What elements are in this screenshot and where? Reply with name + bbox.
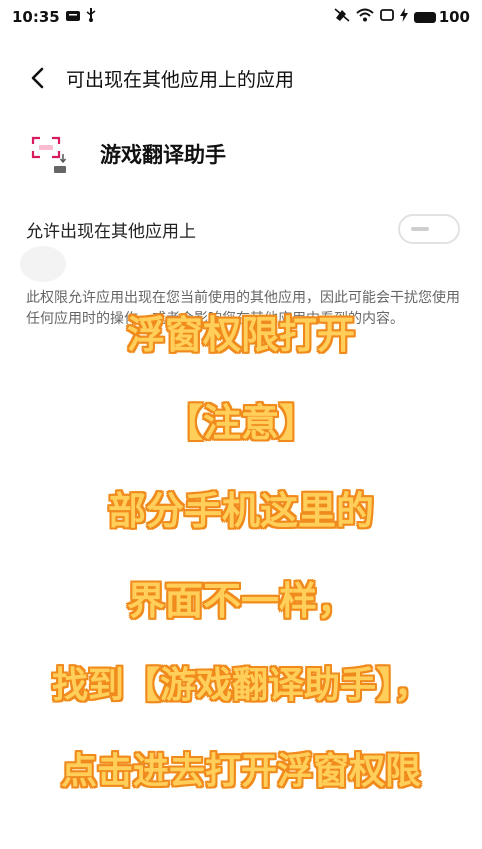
overlay-line-3: 部分手机这里的	[107, 489, 374, 533]
overlay-line-2: 【注意】	[164, 401, 317, 445]
header: 可出现在其他应用上的应用	[0, 58, 482, 98]
battery-icon: 100	[413, 8, 470, 26]
page-title: 可出现在其他应用上的应用	[66, 68, 295, 91]
ripple-decoration	[20, 246, 66, 282]
overlay-line-1: 浮窗权限打开	[126, 313, 355, 357]
battery-level: 100	[438, 8, 470, 26]
chevron-left-icon[interactable]	[22, 63, 52, 93]
overlay-line-5: 找到【游戏翻译助手】，	[51, 665, 430, 706]
usb-icon	[86, 8, 96, 26]
permission-row[interactable]: 允许出现在其他应用上	[0, 208, 482, 250]
app-icon	[30, 134, 70, 174]
tutorial-overlay: 浮窗权限打开 【注意】 部分手机这里的 界面不一样， 找到【游戏翻译助手】， 点…	[0, 300, 482, 800]
screen-icon	[379, 8, 394, 26]
overlay-line-6: 点击进去打开浮窗权限	[60, 751, 421, 792]
permission-toggle[interactable]	[398, 214, 460, 244]
status-bar: 10:35 100	[0, 0, 482, 34]
wifi-icon	[356, 8, 374, 26]
status-time: 10:35	[12, 8, 60, 26]
app-name: 游戏翻译助手	[100, 143, 226, 167]
overlay-line-4: 界面不一样，	[126, 579, 355, 623]
app-row: 游戏翻译助手	[0, 126, 482, 182]
toggle-knob	[411, 227, 429, 231]
status-left: 10:35	[12, 8, 96, 26]
message-icon	[65, 8, 80, 26]
status-right: 100	[334, 8, 470, 26]
permission-label: 允许出现在其他应用上	[26, 221, 196, 242]
charging-icon	[399, 8, 408, 26]
mute-icon	[334, 8, 350, 26]
